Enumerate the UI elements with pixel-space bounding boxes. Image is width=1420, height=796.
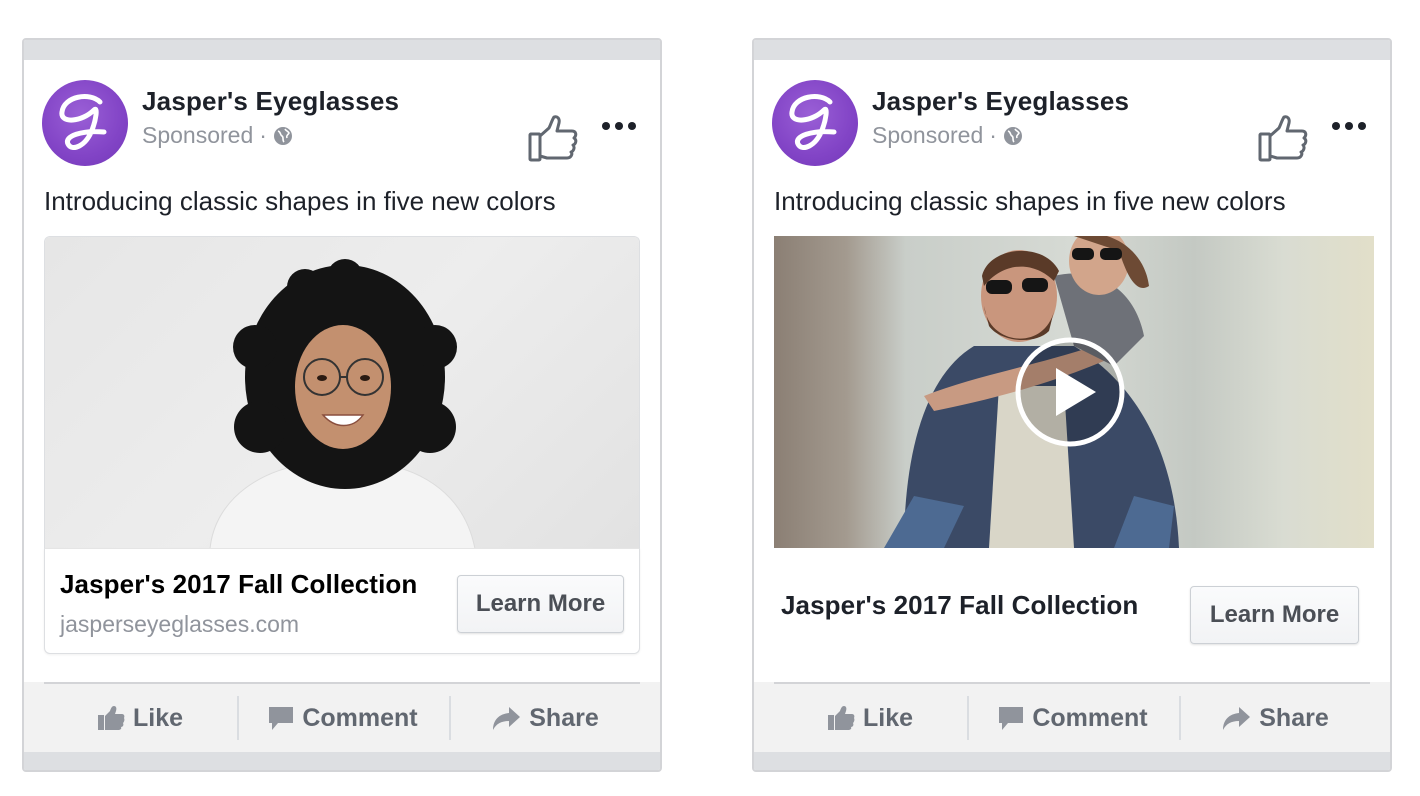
post-header: Jasper's Eyeglasses Sponsored · [24, 60, 660, 175]
page-avatar[interactable] [42, 80, 128, 166]
ad-image[interactable] [44, 236, 640, 548]
play-icon [1015, 337, 1125, 447]
separator: · [259, 122, 267, 148]
photo-woman-eyeglasses [45, 237, 639, 548]
page-name[interactable]: Jasper's Eyeglasses [872, 86, 1129, 117]
sponsored-row: Sponsored · [142, 122, 293, 149]
link-title[interactable]: Jasper's 2017 Fall Collection [60, 569, 417, 600]
ad-card-image: Jasper's Eyeglasses Sponsored · Introduc… [22, 38, 662, 772]
page-name[interactable]: Jasper's Eyeglasses [142, 86, 399, 117]
like-page-button[interactable] [1257, 114, 1311, 164]
thumbs-up-outline-icon [1258, 115, 1308, 162]
learn-more-button[interactable]: Learn More [457, 575, 624, 633]
comment-label: Comment [302, 703, 418, 732]
comment-icon [269, 707, 294, 730]
ad-card-video: Jasper's Eyeglasses Sponsored · Introduc… [752, 38, 1392, 772]
like-action-button[interactable]: Like [774, 682, 966, 754]
action-bar: Like Comment Share [754, 682, 1390, 754]
thumbs-up-outline-icon [528, 115, 578, 162]
separator: · [989, 122, 997, 148]
post-header: Jasper's Eyeglasses Sponsored · [754, 60, 1390, 175]
link-preview[interactable]: Jasper's 2017 Fall Collection Learn More [774, 548, 1374, 684]
share-label: Share [1259, 703, 1329, 732]
comment-action-button[interactable]: Comment [968, 682, 1178, 754]
globe-icon [273, 126, 292, 145]
script-j-logo-icon [59, 94, 107, 150]
like-action-button[interactable]: Like [44, 682, 236, 754]
share-arrow-icon [1223, 707, 1251, 730]
link-domain: jasperseyeglasses.com [60, 611, 300, 637]
video-thumbnail-couple [774, 236, 1374, 548]
sponsored-label[interactable]: Sponsored [142, 122, 253, 149]
globe-icon [1003, 126, 1022, 145]
share-action-button[interactable]: Share [450, 682, 640, 754]
like-page-button[interactable] [527, 114, 581, 164]
more-options-icon [602, 122, 610, 130]
thumbs-up-icon [97, 706, 125, 730]
card-top-bar [24, 40, 660, 60]
comment-action-button[interactable]: Comment [238, 682, 448, 754]
comment-icon [999, 707, 1024, 730]
post-text: Introducing classic shapes in five new c… [774, 186, 1286, 216]
play-button[interactable] [1014, 336, 1126, 448]
card-bottom-bar [754, 752, 1390, 770]
page-avatar[interactable] [772, 80, 858, 166]
like-label: Like [132, 703, 184, 732]
learn-more-button[interactable]: Learn More [1190, 586, 1359, 644]
post-text: Introducing classic shapes in five new c… [44, 186, 556, 216]
more-options-button[interactable] [602, 116, 638, 136]
share-label: Share [529, 703, 599, 732]
more-options-icon [1332, 122, 1340, 130]
share-arrow-icon [493, 707, 521, 730]
sponsored-row: Sponsored · [872, 122, 1023, 149]
like-label: Like [862, 703, 914, 732]
more-options-button[interactable] [1332, 116, 1368, 136]
link-title[interactable]: Jasper's 2017 Fall Collection [781, 590, 1138, 621]
link-preview[interactable]: Jasper's 2017 Fall Collection jasperseye… [44, 548, 640, 654]
script-j-logo-icon [789, 94, 837, 150]
card-top-bar [754, 40, 1390, 60]
share-action-button[interactable]: Share [1180, 682, 1370, 754]
thumbs-up-icon [827, 706, 855, 730]
card-bottom-bar [24, 752, 660, 770]
sponsored-label[interactable]: Sponsored [872, 122, 983, 149]
comment-label: Comment [1032, 703, 1148, 732]
ad-video[interactable] [774, 236, 1374, 548]
action-bar: Like Comment Share [24, 682, 660, 754]
